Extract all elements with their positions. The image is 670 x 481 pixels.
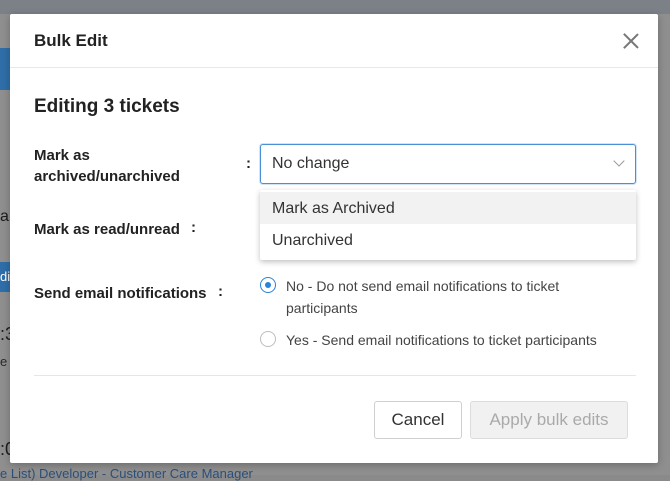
notify-label: Send email notifications <box>34 285 207 302</box>
notify-radio-yes[interactable] <box>260 331 276 347</box>
dropdown-option-archived[interactable]: Mark as Archived <box>260 192 636 224</box>
notify-option-yes-label[interactable]: Yes - Send email notifications to ticket… <box>286 329 626 351</box>
archive-dropdown-menu: Mark as Archived Unarchived <box>260 190 636 260</box>
archive-select[interactable]: No change <box>260 144 636 184</box>
chevron-down-icon <box>613 155 625 167</box>
notify-option-no-label[interactable]: No - Do not send email notifications to … <box>286 275 626 319</box>
label-colon: : <box>191 219 196 236</box>
dialog-heading: Editing 3 tickets <box>34 96 180 117</box>
dropdown-option-unarchived[interactable]: Unarchived <box>260 224 636 256</box>
dialog-title: Bulk Edit <box>34 31 108 50</box>
header-divider <box>10 67 658 68</box>
close-icon[interactable] <box>622 32 640 50</box>
background-text-fragment: e <box>0 354 8 369</box>
background-text-fragment: e List) Developer - Customer Care Manage… <box>0 466 253 481</box>
notify-radio-no[interactable] <box>260 277 276 293</box>
archive-select-value: No change <box>272 155 350 172</box>
read-label: Mark as read/unread <box>34 221 180 238</box>
label-colon: : <box>246 155 251 172</box>
bulk-edit-dialog: Bulk Edit Editing 3 tickets Mark as arch… <box>10 14 658 463</box>
footer-divider <box>34 375 636 376</box>
archive-label: Mark as archived/unarchived <box>34 145 234 187</box>
apply-bulk-edits-button[interactable]: Apply bulk edits <box>470 401 628 439</box>
background-text-fragment: di <box>0 269 11 284</box>
archive-label-line: archived/unarchived <box>34 168 180 185</box>
cancel-button[interactable]: Cancel <box>374 401 462 439</box>
background-text-fragment: a <box>0 208 9 225</box>
option-label: Unarchived <box>272 232 353 249</box>
label-colon: : <box>218 283 223 300</box>
archive-label-line: Mark as <box>34 147 90 164</box>
background-header <box>0 0 670 14</box>
option-label: Mark as Archived <box>272 200 395 217</box>
